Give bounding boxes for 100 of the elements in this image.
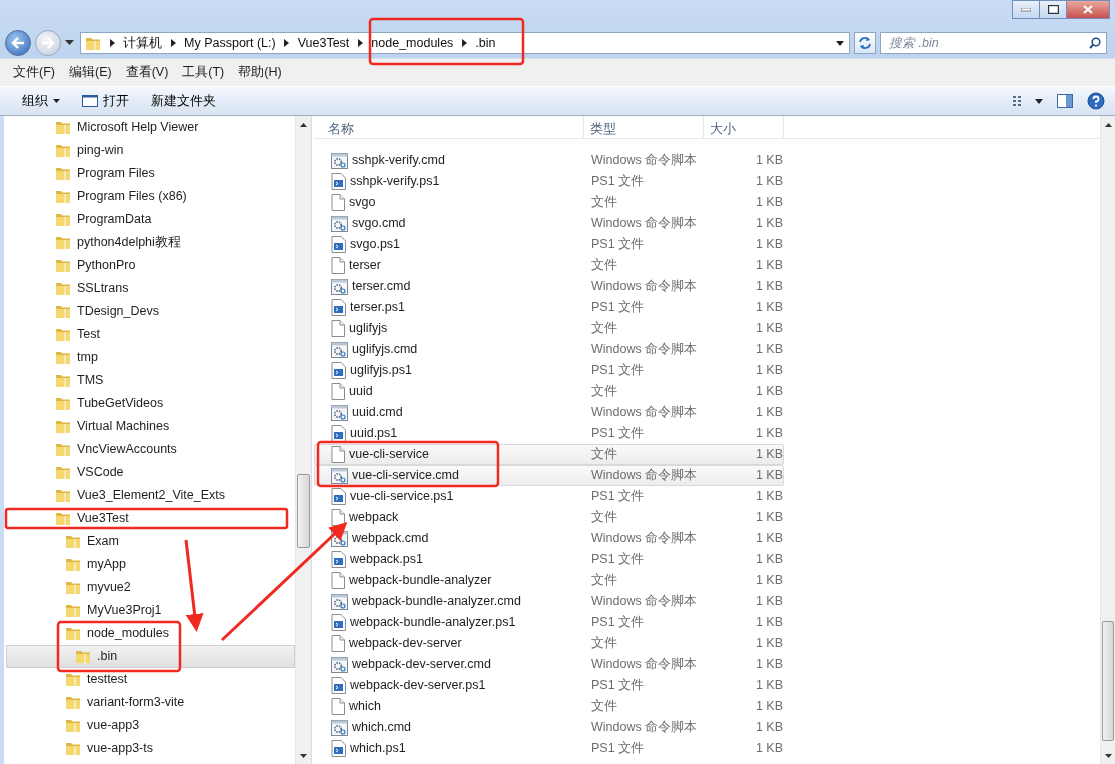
tree-item[interactable]: .bin bbox=[6, 645, 295, 668]
file-row[interactable]: sshpk-verify.ps1 PS1 文件 1 KB bbox=[314, 171, 784, 192]
breadcrumb-item[interactable]: Vue3Test bbox=[297, 33, 350, 53]
menu-item[interactable]: 编辑(E) bbox=[61, 61, 119, 84]
tree-item[interactable]: MyVue3Proj1 bbox=[6, 599, 295, 622]
chevron-icon[interactable] bbox=[284, 39, 290, 47]
menu-item[interactable]: 文件(F) bbox=[6, 61, 62, 84]
toolbar-button[interactable]: 组织 bbox=[14, 88, 68, 114]
tree-item[interactable]: Program Files bbox=[6, 162, 295, 185]
scroll-thumb[interactable] bbox=[297, 474, 310, 548]
tree-scrollbar[interactable] bbox=[295, 116, 311, 764]
preview-pane-icon[interactable] bbox=[1057, 94, 1073, 108]
chevron-icon[interactable] bbox=[109, 39, 115, 47]
tree-item[interactable]: node_modules bbox=[6, 622, 295, 645]
column-header[interactable]: 名称 bbox=[314, 116, 584, 139]
file-row[interactable]: svgo 文件 1 KB bbox=[314, 192, 784, 213]
file-row[interactable]: which.cmd Windows 命令脚本 1 KB bbox=[314, 717, 784, 738]
column-header[interactable]: 大小 bbox=[704, 116, 784, 139]
file-row[interactable]: vue-cli-service 文件 1 KB bbox=[314, 444, 784, 465]
toolbar-button[interactable]: 打开 bbox=[74, 88, 137, 114]
tree-item[interactable]: Exam bbox=[6, 530, 295, 553]
tree-item[interactable]: TubeGetVideos bbox=[6, 392, 295, 415]
tree-item[interactable]: VncViewAccounts bbox=[6, 438, 295, 461]
toolbar-button[interactable]: 新建文件夹 bbox=[143, 88, 224, 114]
tree-item[interactable]: Virtual Machines bbox=[6, 415, 295, 438]
file-size: 1 KB bbox=[754, 467, 783, 485]
tree-item[interactable]: testtest bbox=[6, 668, 295, 691]
tree-item[interactable]: vue-app3 bbox=[6, 714, 295, 737]
tree-item[interactable]: Microsoft Help Viewer bbox=[6, 116, 295, 139]
tree-item[interactable]: VSCode bbox=[6, 461, 295, 484]
chevron-icon[interactable] bbox=[357, 39, 363, 47]
menu-item[interactable]: 查看(V) bbox=[118, 61, 176, 84]
breadcrumb-item[interactable]: node_modules bbox=[371, 33, 454, 53]
breadcrumb-item[interactable]: 计算机 bbox=[123, 33, 162, 53]
tree-item[interactable]: Vue3Test bbox=[6, 507, 295, 530]
file-row[interactable]: terser 文件 1 KB bbox=[314, 255, 784, 276]
tree-item[interactable]: variant-form3-vite bbox=[6, 691, 295, 714]
tree-item[interactable]: python4delphi教程 bbox=[6, 231, 295, 254]
breadcrumb-item[interactable]: .bin bbox=[475, 33, 496, 53]
file-row[interactable]: webpack-dev-server.ps1 PS1 文件 1 KB bbox=[314, 675, 784, 696]
scroll-thumb[interactable] bbox=[1102, 621, 1114, 741]
file-row[interactable]: uglifyjs 文件 1 KB bbox=[314, 318, 784, 339]
tree-item[interactable]: Test bbox=[6, 323, 295, 346]
chevron-icon[interactable] bbox=[170, 39, 176, 47]
file-row[interactable]: webpack-bundle-analyzer.cmd Windows 命令脚本 1 KB bbox=[314, 591, 784, 612]
file-row[interactable]: sshpk-verify.cmd Windows 命令脚本 1 KB bbox=[314, 150, 784, 171]
history-dropdown-icon[interactable] bbox=[65, 40, 74, 46]
file-name: webpack-dev-server.cmd bbox=[352, 656, 491, 674]
file-row[interactable]: terser.ps1 PS1 文件 1 KB bbox=[314, 297, 784, 318]
tree-item[interactable]: myApp bbox=[6, 553, 295, 576]
file-row[interactable]: uglifyjs.cmd Windows 命令脚本 1 KB bbox=[314, 339, 784, 360]
file-row[interactable]: webpack-dev-server 文件 1 KB bbox=[314, 633, 784, 654]
file-row[interactable]: webpack-dev-server.cmd Windows 命令脚本 1 KB bbox=[314, 654, 784, 675]
scroll-up-icon[interactable] bbox=[300, 122, 307, 127]
scroll-down-icon[interactable] bbox=[1104, 753, 1112, 758]
chevron-icon[interactable] bbox=[461, 39, 467, 47]
file-row[interactable]: webpack-bundle-analyzer 文件 1 KB bbox=[314, 570, 784, 591]
back-button[interactable] bbox=[5, 30, 31, 56]
refresh-button[interactable] bbox=[854, 32, 876, 54]
maximize-button[interactable] bbox=[1039, 0, 1067, 19]
search-icon[interactable] bbox=[1089, 37, 1101, 49]
scroll-down-icon[interactable] bbox=[300, 753, 307, 758]
tree-item[interactable]: tmp bbox=[6, 346, 295, 369]
file-row[interactable]: webpack.cmd Windows 命令脚本 1 KB bbox=[314, 528, 784, 549]
file-row[interactable]: webpack 文件 1 KB bbox=[314, 507, 784, 528]
file-row[interactable]: vue-cli-service.cmd Windows 命令脚本 1 KB bbox=[314, 465, 784, 486]
tree-item[interactable]: SSLtrans bbox=[6, 277, 295, 300]
column-header[interactable]: 类型 bbox=[584, 116, 704, 139]
menu-item[interactable]: 工具(T) bbox=[175, 61, 232, 84]
tree-item[interactable]: vue-app3-ts bbox=[6, 737, 295, 760]
file-row[interactable]: vue-cli-service.ps1 PS1 文件 1 KB bbox=[314, 486, 784, 507]
tree-item[interactable]: Vue3_Element2_Vite_Exts bbox=[6, 484, 295, 507]
tree-item[interactable]: PythonPro bbox=[6, 254, 295, 277]
view-options-icon[interactable] bbox=[1013, 95, 1043, 107]
list-scrollbar[interactable] bbox=[1100, 116, 1115, 764]
search-field[interactable]: 搜索 .bin bbox=[880, 32, 1107, 54]
file-row[interactable]: webpack.ps1 PS1 文件 1 KB bbox=[314, 549, 784, 570]
breadcrumb-item[interactable]: My Passport (L:) bbox=[184, 33, 276, 53]
tree-item[interactable]: TDesign_Devs bbox=[6, 300, 295, 323]
file-row[interactable]: which 文件 1 KB bbox=[314, 696, 784, 717]
file-row[interactable]: svgo.cmd Windows 命令脚本 1 KB bbox=[314, 213, 784, 234]
menu-item[interactable]: 帮助(H) bbox=[231, 61, 289, 84]
help-icon[interactable] bbox=[1087, 92, 1105, 110]
tree-item[interactable]: TMS bbox=[6, 369, 295, 392]
file-row[interactable]: terser.cmd Windows 命令脚本 1 KB bbox=[314, 276, 784, 297]
scroll-up-icon[interactable] bbox=[1104, 122, 1112, 127]
tree-item[interactable]: Program Files (x86) bbox=[6, 185, 295, 208]
tree-item[interactable]: myvue2 bbox=[6, 576, 295, 599]
dropdown-arrow-icon[interactable] bbox=[836, 40, 844, 46]
close-button[interactable] bbox=[1066, 0, 1110, 19]
file-row[interactable]: which.ps1 PS1 文件 1 KB bbox=[314, 738, 784, 759]
file-row[interactable]: webpack-bundle-analyzer.ps1 PS1 文件 1 KB bbox=[314, 612, 784, 633]
file-row[interactable]: uuid 文件 1 KB bbox=[314, 381, 784, 402]
file-row[interactable]: uuid.ps1 PS1 文件 1 KB bbox=[314, 423, 784, 444]
file-row[interactable]: uglifyjs.ps1 PS1 文件 1 KB bbox=[314, 360, 784, 381]
file-row[interactable]: svgo.ps1 PS1 文件 1 KB bbox=[314, 234, 784, 255]
tree-item[interactable]: ProgramData bbox=[6, 208, 295, 231]
address-bar[interactable]: 计算机 My Passport (L:) Vue3Test node_modules .bin bbox=[80, 32, 850, 54]
tree-item[interactable]: ping-win bbox=[6, 139, 295, 162]
file-row[interactable]: uuid.cmd Windows 命令脚本 1 KB bbox=[314, 402, 784, 423]
